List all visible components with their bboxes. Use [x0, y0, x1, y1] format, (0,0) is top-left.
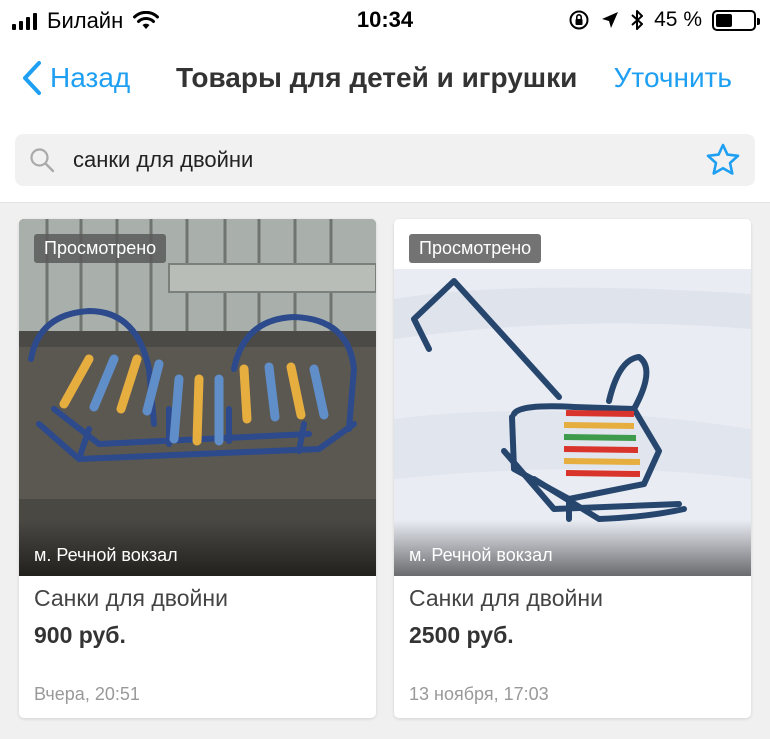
listing-title: Санки для двойни: [34, 585, 228, 611]
listing-card[interactable]: Просмотрено м. Речной вокзал Санки для д…: [19, 219, 376, 718]
search-input[interactable]: [73, 142, 673, 178]
listing-date: 13 ноября, 17:03: [409, 684, 549, 704]
search-bar: [15, 134, 755, 186]
chevron-left-icon: [23, 61, 41, 95]
nav-bar: Назад Товары для детей и игрушки Уточнит…: [0, 40, 770, 120]
listing-price: 900 руб.: [34, 622, 126, 648]
back-button[interactable]: Назад: [22, 60, 130, 96]
listing-photo: Просмотрено м. Речной вокзал: [19, 219, 376, 576]
location-arrow-icon: [602, 12, 619, 28]
viewed-badge: Просмотрено: [409, 234, 542, 263]
star-icon[interactable]: [705, 142, 741, 178]
refine-button[interactable]: Уточнить: [614, 62, 732, 94]
battery-level: [716, 13, 733, 27]
listing-title: Санки для двойни: [409, 585, 603, 611]
status-right: 45 %: [568, 8, 760, 32]
orientation-lock-icon: [569, 10, 589, 30]
metro-station: м. Речной вокзал: [34, 545, 178, 565]
search-icon: [30, 148, 55, 173]
battery-icon: [712, 9, 760, 31]
bluetooth-icon: [631, 10, 644, 30]
page-title: Товары для детей и игрушки: [176, 62, 578, 93]
viewed-badge: Просмотрено: [34, 234, 167, 263]
listing-date: Вчера, 20:51: [34, 684, 140, 704]
battery-percent: 45 %: [654, 8, 702, 31]
metro-station: м. Речной вокзал: [409, 545, 553, 565]
back-button-label: Назад: [50, 62, 131, 93]
listing-card[interactable]: Просмотрено м. Речной вокзал Санки для д…: [394, 219, 751, 718]
listing-photo: Просмотрено м. Речной вокзал: [394, 219, 751, 576]
status-bar: Билайн 10:34 45 %: [0, 0, 770, 40]
listing-price: 2500 руб.: [409, 622, 514, 648]
